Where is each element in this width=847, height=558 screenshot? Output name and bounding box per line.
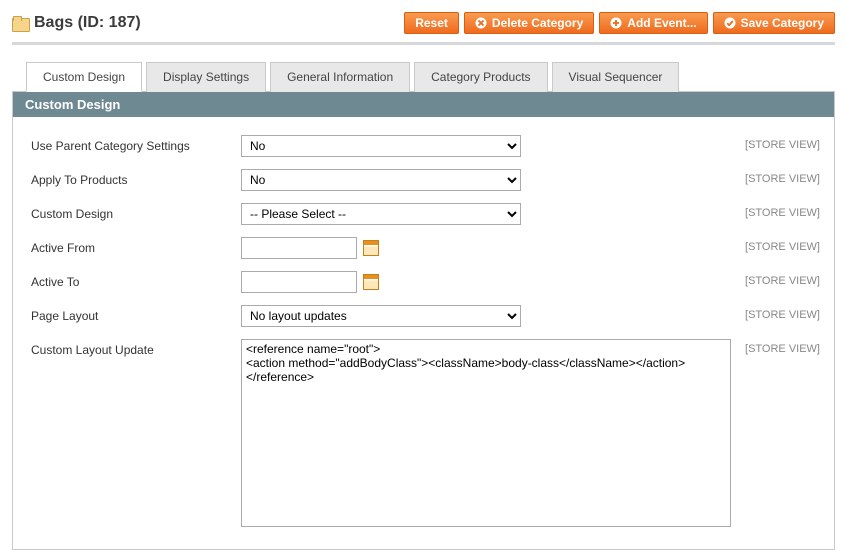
select-use-parent[interactable]: No [241,135,521,157]
tab-label: General Information [287,70,393,84]
page-title: Bags (ID: 187) [34,14,141,32]
label-active-from: Active From [31,237,241,255]
field-active-to [241,271,379,293]
tab-label: Visual Sequencer [569,70,663,84]
save-label: Save Category [741,16,824,30]
tab-label: Display Settings [163,70,249,84]
add-event-label: Add Event... [627,16,696,30]
reset-label: Reset [415,16,448,30]
scope-label: [STORE VIEW] [745,339,820,355]
row-use-parent: Use Parent Category Settings No [STORE V… [31,129,820,163]
row-page-layout: Page Layout No layout updates [STORE VIE… [31,299,820,333]
tab-visual-sequencer[interactable]: Visual Sequencer [552,62,680,92]
tab-label: Custom Design [43,70,125,84]
select-apply-products[interactable]: No [241,169,521,191]
page-header: Bags (ID: 187) Reset Delete Category Add… [12,8,835,45]
label-custom-design: Custom Design [31,203,241,221]
add-icon [610,17,622,29]
label-use-parent: Use Parent Category Settings [31,135,241,153]
row-custom-design: Custom Design -- Please Select -- [STORE… [31,197,820,231]
label-apply-products: Apply To Products [31,169,241,187]
label-page-layout: Page Layout [31,305,241,323]
tab-custom-design[interactable]: Custom Design [26,62,142,92]
field-custom-layout-update [241,339,731,527]
row-active-to: Active To [STORE VIEW] [31,265,820,299]
calendar-icon[interactable] [363,240,379,256]
field-page-layout: No layout updates [241,305,521,327]
reset-button[interactable]: Reset [404,12,459,34]
scope-label: [STORE VIEW] [745,305,820,321]
scope-label: [STORE VIEW] [745,169,820,185]
field-use-parent: No [241,135,521,157]
input-active-from[interactable] [241,237,357,259]
field-active-from [241,237,379,259]
form: Use Parent Category Settings No [STORE V… [13,117,834,533]
field-custom-design: -- Please Select -- [241,203,521,225]
label-active-to: Active To [31,271,241,289]
scope-label: [STORE VIEW] [745,271,820,287]
tab-label: Category Products [431,70,530,84]
action-buttons: Reset Delete Category Add Event... Save … [404,12,835,34]
save-category-button[interactable]: Save Category [713,12,835,34]
delete-label: Delete Category [492,16,583,30]
title-wrap: Bags (ID: 187) [12,14,141,32]
scope-label: [STORE VIEW] [745,203,820,219]
select-page-layout[interactable]: No layout updates [241,305,521,327]
label-custom-layout-update: Custom Layout Update [31,339,241,357]
field-apply-products: No [241,169,521,191]
tab-bar: Custom Design Display Settings General I… [12,61,835,92]
tab-general-information[interactable]: General Information [270,62,410,92]
calendar-icon[interactable] [363,274,379,290]
tab-category-products[interactable]: Category Products [414,62,547,92]
row-custom-layout-update: Custom Layout Update [STORE VIEW] [31,333,820,533]
add-event-button[interactable]: Add Event... [599,12,707,34]
scope-label: [STORE VIEW] [745,237,820,253]
input-active-to[interactable] [241,271,357,293]
check-icon [724,17,736,29]
row-active-from: Active From [STORE VIEW] [31,231,820,265]
delete-category-button[interactable]: Delete Category [464,12,594,34]
folder-icon [12,16,28,30]
tab-display-settings[interactable]: Display Settings [146,62,266,92]
tab-panel: Custom Design Use Parent Category Settin… [12,92,835,550]
delete-icon [475,17,487,29]
scope-label: [STORE VIEW] [745,135,820,151]
textarea-custom-layout-update[interactable] [241,339,731,527]
section-header: Custom Design [13,92,834,117]
select-custom-design[interactable]: -- Please Select -- [241,203,521,225]
row-apply-products: Apply To Products No [STORE VIEW] [31,163,820,197]
